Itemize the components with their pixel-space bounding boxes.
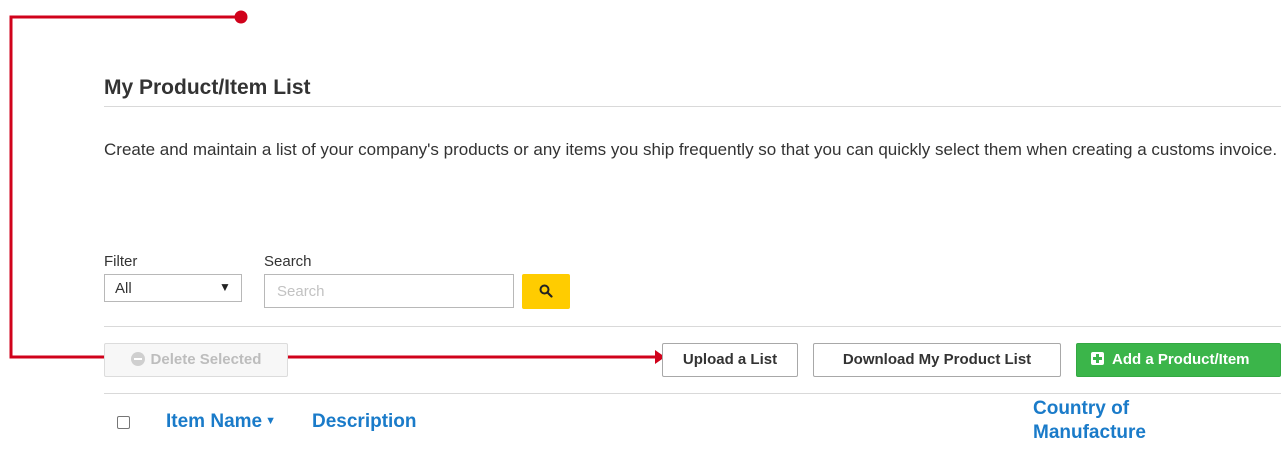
add-product-button[interactable]: Add a Product/Item [1076, 343, 1281, 377]
select-all-checkbox[interactable] [117, 416, 130, 429]
annotation-dot [234, 10, 248, 24]
plus-icon [1091, 352, 1104, 365]
filter-label: Filter [104, 253, 138, 270]
filter-selected-value: All [115, 280, 132, 297]
toolbar-bottom-divider [104, 393, 1281, 394]
search-icon [539, 284, 553, 298]
upload-list-label: Upload a List [682, 351, 778, 368]
column-header-description[interactable]: Description [312, 411, 417, 433]
download-list-label: Download My Product List [842, 351, 1032, 368]
page-description: Create and maintain a list of your compa… [104, 140, 1278, 159]
search-label: Search [264, 253, 312, 270]
title-divider [104, 106, 1281, 107]
country-label-line1: Country of [1033, 398, 1130, 419]
dropdown-caret-icon: ▼ [219, 280, 231, 294]
minus-circle-icon [130, 352, 145, 366]
column-header-item-name[interactable]: Item Name ▼ [166, 411, 276, 433]
toolbar-top-divider [104, 326, 1281, 327]
add-product-label: Add a Product/Item [1112, 351, 1250, 368]
page-title: My Product/Item List [104, 76, 311, 99]
search-button[interactable] [522, 274, 570, 309]
country-label-line2: Manufacture [1033, 422, 1146, 443]
search-input[interactable] [264, 274, 514, 308]
delete-selected-label: Delete Selected [150, 351, 262, 368]
filter-select[interactable]: All ▼ [104, 274, 242, 302]
sort-desc-icon: ▼ [265, 415, 276, 427]
delete-selected-button[interactable]: Delete Selected [104, 343, 288, 377]
column-header-country[interactable]: Country of Manufacture [1033, 397, 1146, 445]
download-list-button[interactable]: Download My Product List [813, 343, 1061, 377]
upload-list-button[interactable]: Upload a List [662, 343, 798, 377]
item-name-label: Item Name [166, 411, 263, 432]
